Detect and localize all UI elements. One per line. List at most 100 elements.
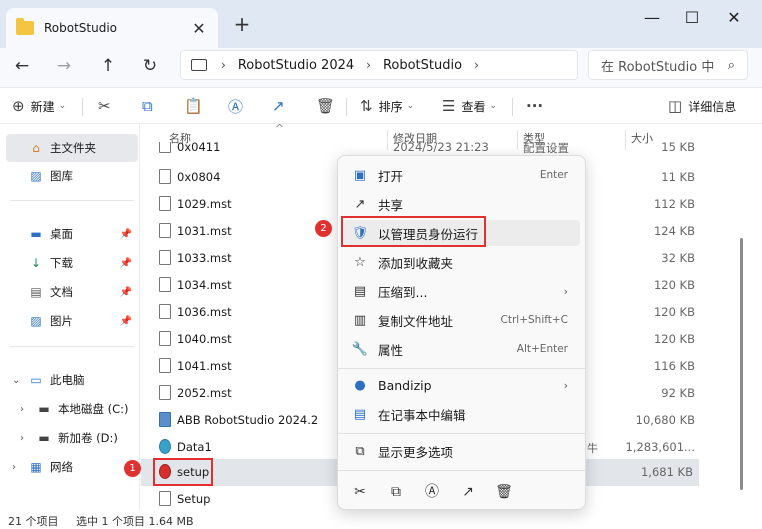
file-icon [159,412,171,427]
rename-icon[interactable]: Ⓐ [420,480,444,504]
sort-icon: ⇅ [360,97,373,115]
menu-shortcut: Enter [539,169,568,181]
back-button[interactable]: ← [6,52,38,80]
menu-item-add-favorites[interactable]: ☆ 添加到收藏夹 [344,249,580,275]
close-window-button[interactable]: ✕ [714,6,754,30]
file-date: 2024/5/23 21:23 [393,142,489,154]
table-row[interactable]: 0x0411 2024/5/23 21:23 配置设置 15 KB [141,142,701,156]
rename-icon: Ⓐ [228,97,244,116]
breadcrumb-item[interactable]: RobotStudio 2024 [238,58,354,73]
drive-icon: ▬ [38,402,50,416]
sidebar-item-label: 文档 [50,285,73,299]
file-size: 92 KB [661,386,695,400]
menu-separator [338,433,585,434]
open-icon: ▣ [353,167,367,183]
menu-item-bandizip[interactable]: ● Bandizip › [344,372,580,398]
home-icon: ⌂ [32,141,40,155]
file-size: 120 KB [653,305,695,319]
sidebar-item-documents[interactable]: ▤ 文档 📌 [6,278,138,306]
sidebar-item-drive-d[interactable]: › ▬ 新加卷 (D:) [6,424,138,452]
breadcrumb-item[interactable]: RobotStudio [383,58,462,73]
copy-icon[interactable]: ⧉ [384,480,408,504]
new-label: 新建 [30,99,55,114]
rename-button[interactable]: Ⓐ [228,94,249,118]
file-name: 1029.mst [177,197,232,211]
copy-button[interactable]: ⧉ [142,94,159,118]
view-button[interactable]: ☰ 查看 ⌄ [442,94,497,118]
menu-item-label: 压缩到... [378,284,428,300]
vertical-scrollbar[interactable] [740,238,743,490]
sidebar-item-drive-c[interactable]: › ▬ 本地磁盘 (C:) [6,395,138,423]
file-icon [159,250,171,265]
chevron-right-icon[interactable]: › [20,404,24,415]
file-icon [159,196,171,211]
menu-item-edit-notepad[interactable]: ▤ 在记事本中编辑 [344,401,580,427]
maximize-button[interactable]: ☐ [672,6,712,30]
file-name: 1034.mst [177,278,232,292]
menu-item-open[interactable]: ▣ 打开 Enter [344,162,580,188]
file-size: 120 KB [653,332,695,346]
view-label: 查看 [461,99,486,114]
drive-icon: ▬ [38,431,50,445]
pin-icon[interactable]: 📌 [120,287,132,298]
network-icon: ▦ [30,460,42,474]
copy-icon: ⧉ [142,97,153,115]
chevron-right-icon[interactable]: › [12,462,16,473]
minimize-button[interactable]: — [632,6,672,30]
file-name: 1041.mst [177,359,232,373]
paste-button[interactable]: 📋 [184,94,209,118]
new-tab-button[interactable]: + [230,12,254,36]
sidebar-item-label: 主文件夹 [50,141,96,155]
file-size: 112 KB [653,197,695,211]
forward-button[interactable]: → [48,52,80,80]
pin-icon[interactable]: 📌 [120,229,132,240]
cut-button[interactable]: ✂ [98,94,117,118]
file-name: 1040.mst [177,332,232,346]
tab-robotstudio[interactable]: RobotStudio ✕ [6,8,218,48]
details-button[interactable]: ◫ 详细信息 [668,94,736,118]
share-icon[interactable]: ↗ [456,480,480,504]
sidebar-item-downloads[interactable]: ↓ 下载 📌 [6,249,138,277]
sidebar-item-home[interactable]: ⌂ 主文件夹 [6,134,138,162]
new-button[interactable]: ⊕ 新建 ⌄ [12,94,66,118]
menu-item-properties[interactable]: 🔧 属性 Alt+Enter [344,336,580,362]
sidebar-item-gallery[interactable]: ▨ 图库 [6,162,138,190]
sidebar-item-network[interactable]: › ▦ 网络 [6,453,138,481]
paste-icon: 📋 [184,97,203,115]
sort-button[interactable]: ⇅ 排序 ⌄ [360,94,414,118]
file-size: 1,681 KB [640,465,693,479]
chevron-right-icon[interactable]: › [20,433,24,444]
share-icon: ↗ [354,196,366,212]
up-button[interactable]: ↑ [92,52,124,80]
pin-icon[interactable]: 📌 [120,258,132,269]
sidebar-item-label: 网络 [50,460,73,474]
close-tab-icon[interactable]: ✕ [186,19,212,38]
delete-button[interactable]: 🗑 [316,94,341,118]
menu-item-show-more[interactable]: ⧉ 显示更多选项 [344,438,580,464]
more-button[interactable]: ··· [526,94,549,118]
refresh-button[interactable]: ↻ [134,52,166,80]
cut-icon[interactable]: ✂ [348,480,372,504]
sidebar-item-desktop[interactable]: ▬ 桌面 📌 [6,220,138,248]
more-dots-icon: ··· [526,97,544,115]
selection-info: 选中 1 个项目 1.64 MB [76,515,194,528]
file-icon [159,491,171,506]
notepad-icon: ▤ [353,406,367,422]
pin-icon[interactable]: 📌 [120,316,132,327]
trash-icon[interactable]: 🗑 [492,480,516,504]
menu-item-share[interactable]: ↗ 共享 [344,191,580,217]
address-bar[interactable]: › RobotStudio 2024 › RobotStudio › [180,50,578,80]
menu-item-compress[interactable]: ▤ 压缩到... › [344,278,580,304]
share-button[interactable]: ↗ [272,94,291,118]
sidebar-item-pictures[interactable]: ▨ 图片 📌 [6,307,138,335]
menu-item-copy-path[interactable]: ▥ 复制文件地址 Ctrl+Shift+C [344,307,580,333]
file-name: 1031.mst [177,224,232,238]
details-pane-icon: ◫ [668,97,683,115]
sidebar-divider [10,200,134,201]
file-size: 32 KB [661,251,695,265]
sidebar-item-this-pc[interactable]: ⌄ ▭ 此电脑 [6,366,138,394]
toolbar-divider [346,98,347,116]
search-input[interactable]: 在 RobotStudio 中 ⌕ [588,50,748,80]
chevron-down-icon[interactable]: ⌄ [12,375,20,386]
more-options-icon: ⧉ [355,443,365,459]
